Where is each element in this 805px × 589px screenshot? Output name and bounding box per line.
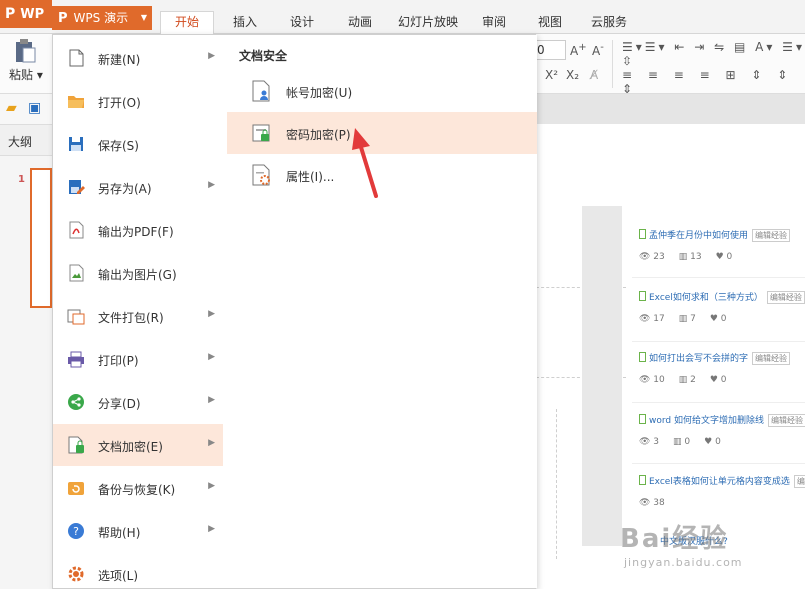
account-encrypt-icon bbox=[252, 80, 270, 102]
password-encrypt-icon bbox=[252, 124, 270, 142]
increase-font-icon[interactable]: A+ bbox=[570, 42, 587, 58]
decrease-font-icon[interactable]: A- bbox=[592, 42, 604, 58]
package-icon bbox=[67, 309, 85, 325]
document-security-submenu: 文档安全 帐号加密(U) 密码加密(P) 属性(I)... bbox=[227, 35, 537, 588]
new-file-icon bbox=[69, 49, 84, 67]
outline-tab[interactable]: 大纲 bbox=[0, 124, 52, 156]
chevron-right-icon: ▶ bbox=[208, 481, 215, 491]
save-icon bbox=[69, 137, 83, 151]
chevron-right-icon: ▶ bbox=[208, 180, 215, 190]
menu-item-open[interactable]: 打开(O) bbox=[53, 80, 223, 122]
file-menu-list: 新建(N) ▶ 打开(O) 保存(S) 另存为(A) ▶ 输出为PDF(F) 输出为… bbox=[53, 35, 227, 588]
menu-item-save-as[interactable]: 另存为(A) ▶ bbox=[53, 166, 223, 208]
submenu-item-account-encrypt[interactable]: 帐号加密(U) bbox=[227, 70, 537, 112]
clear-format-icon[interactable]: A̸ bbox=[590, 68, 598, 82]
subscript-icon[interactable]: X₂ bbox=[566, 68, 579, 82]
article-icon bbox=[639, 475, 646, 485]
tab-home[interactable]: 开始 bbox=[160, 11, 215, 35]
menu-item-print[interactable]: 打印(P) ▶ bbox=[53, 338, 223, 380]
list-item: 孟仲季在月份中如何使用 编辑经验 👁 23 ▥ 13 ♥ 0 bbox=[632, 220, 805, 280]
tab-slideshow[interactable]: 幻灯片放映 bbox=[398, 12, 458, 34]
menu-item-backup[interactable]: 备份与恢复(K) ▶ bbox=[53, 467, 223, 509]
options-gear-icon bbox=[68, 566, 84, 582]
article-icon bbox=[639, 414, 646, 424]
menu-item-share[interactable]: 分享(D) ▶ bbox=[53, 381, 223, 423]
submenu-header: 文档安全 bbox=[239, 49, 288, 63]
image-shadow bbox=[582, 206, 622, 546]
paste-icon[interactable] bbox=[14, 38, 36, 64]
chevron-right-icon: ▶ bbox=[208, 395, 215, 405]
list-item: word 如何给文字增加删除线 编辑经验 👁 3 ▥ 0 ♥ 0 bbox=[632, 405, 805, 465]
align-icons[interactable]: ≡ ≡ ≡ ≡ ⊞ ⇕ ⇕ ⇕ bbox=[622, 68, 805, 96]
save-as-icon bbox=[69, 180, 85, 194]
wps-logo-icon: P bbox=[58, 11, 68, 26]
font-size-input[interactable]: 0 bbox=[534, 40, 566, 60]
menu-item-export-image[interactable]: 输出为图片(G) bbox=[53, 252, 223, 294]
slide-thumbnail[interactable] bbox=[30, 168, 52, 308]
encrypt-document-icon bbox=[68, 436, 84, 454]
print-icon bbox=[68, 351, 84, 368]
tab-animation[interactable]: 动画 bbox=[348, 12, 372, 34]
tab-review[interactable]: 审阅 bbox=[482, 12, 506, 34]
tab-insert[interactable]: 插入 bbox=[233, 12, 257, 34]
wps-menu-button[interactable]: P WPS 演示 ▼ bbox=[52, 6, 152, 30]
article-icon bbox=[639, 229, 646, 239]
list-format-icons[interactable]: ☰▾☰▾ ⇤ ⇥ ⇋ ▤ A▾ ☰▾ ⇳ bbox=[622, 40, 805, 68]
share-icon bbox=[68, 394, 84, 410]
quick-access-bar: ▰ ▣ bbox=[0, 94, 52, 124]
chevron-down-icon: ▼ bbox=[140, 13, 147, 22]
chevron-right-icon: ▶ bbox=[208, 352, 215, 362]
outline-label: 大纲 bbox=[8, 135, 33, 149]
properties-icon bbox=[252, 164, 270, 186]
article-icon bbox=[639, 291, 646, 301]
save-icon[interactable]: ▣ bbox=[28, 100, 41, 116]
file-menu: 新建(N) ▶ 打开(O) 保存(S) 另存为(A) ▶ 输出为PDF(F) 输出为… bbox=[52, 34, 537, 589]
chevron-right-icon: ▶ bbox=[208, 51, 215, 61]
article-icon bbox=[639, 352, 646, 362]
menu-item-options[interactable]: 选项(L) bbox=[53, 553, 223, 589]
svg-text:?: ? bbox=[73, 525, 79, 538]
red-pointer-arrow bbox=[352, 128, 378, 198]
tab-cloud[interactable]: 云服务 bbox=[591, 12, 627, 34]
open-folder-icon[interactable]: ▰ bbox=[6, 100, 17, 116]
app-logo: P WP bbox=[0, 0, 52, 28]
slide-number: 1 bbox=[18, 174, 25, 185]
pdf-export-icon bbox=[69, 221, 84, 239]
chevron-right-icon: ▶ bbox=[208, 524, 215, 534]
tab-design[interactable]: 设计 bbox=[290, 12, 314, 34]
baidu-jingyan-watermark: Bai经验 jingyan.baidu.com bbox=[620, 524, 743, 569]
title-bar: P WP P WPS 演示 ▼ 开始 插入 设计 动画 幻灯片放映 审阅 视图 云服… bbox=[0, 0, 805, 35]
chevron-right-icon: ▶ bbox=[208, 309, 215, 319]
backup-icon bbox=[68, 482, 84, 495]
menu-item-help[interactable]: ? 帮助(H) ▶ bbox=[53, 510, 223, 552]
superscript-icon[interactable]: X² bbox=[545, 68, 558, 82]
tab-view[interactable]: 视图 bbox=[538, 12, 562, 34]
image-export-icon bbox=[69, 264, 84, 282]
paste-button[interactable]: 粘贴 ▾ bbox=[9, 66, 43, 83]
open-folder-icon bbox=[68, 96, 84, 108]
help-icon: ? bbox=[68, 523, 84, 539]
list-item: Excel如何求和（三种方式） 编辑经验 👁 17 ▥ 7 ♥ 0 bbox=[632, 282, 805, 342]
chevron-right-icon: ▶ bbox=[208, 438, 215, 448]
menu-item-export-pdf[interactable]: 输出为PDF(F) bbox=[53, 209, 223, 251]
menu-item-package[interactable]: 文件打包(R) ▶ bbox=[53, 295, 223, 337]
menu-item-new[interactable]: 新建(N) ▶ bbox=[53, 37, 223, 79]
slide-thumbnail-panel: 1 bbox=[0, 156, 52, 589]
menu-item-encrypt[interactable]: 文档加密(E) ▶ bbox=[53, 424, 223, 466]
menu-item-save[interactable]: 保存(S) bbox=[53, 123, 223, 165]
list-item: 如何打出会写不会拼的字 编辑经验 👁 10 ▥ 2 ♥ 0 bbox=[632, 343, 805, 403]
